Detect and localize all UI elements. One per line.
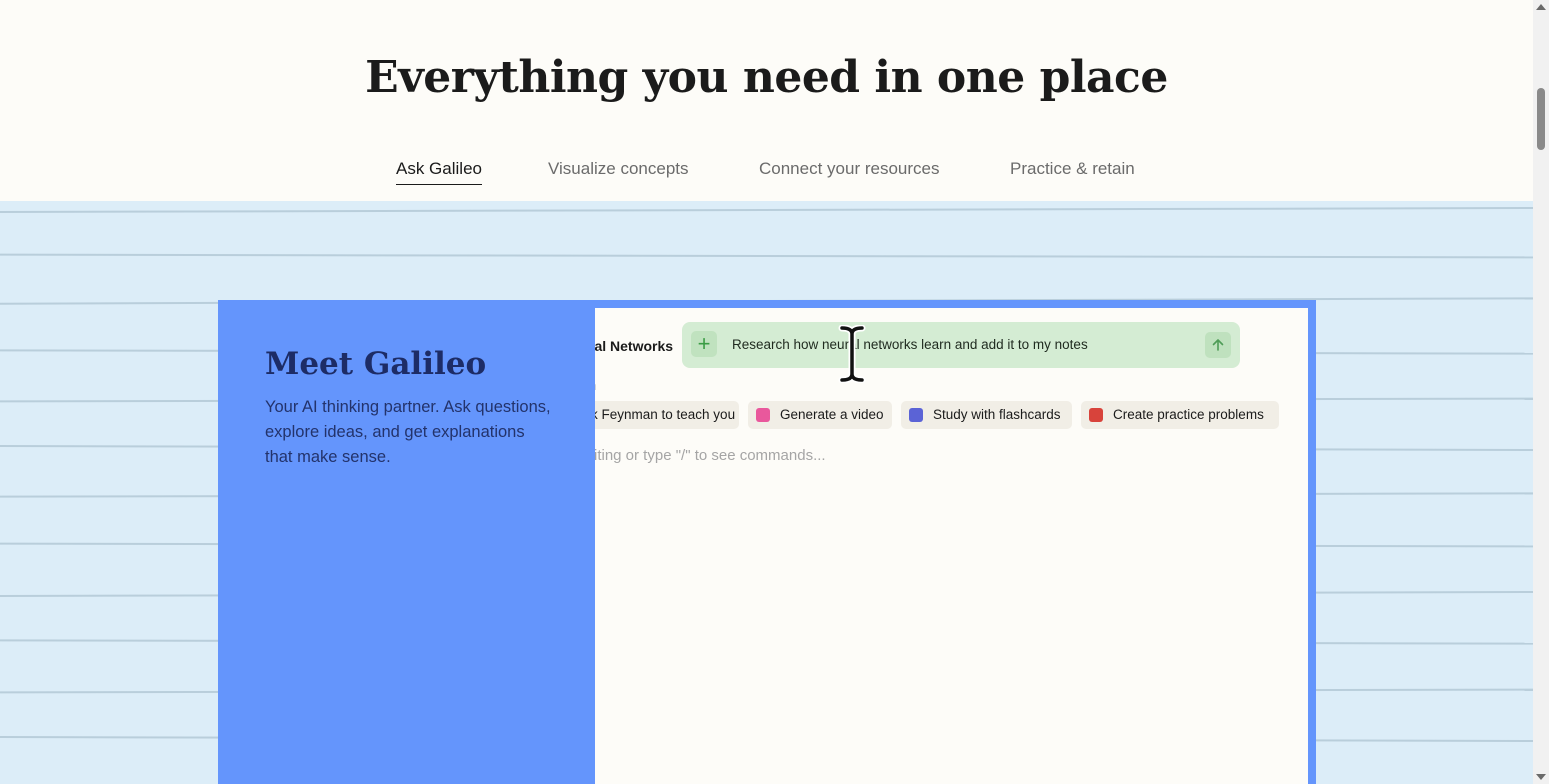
chip-create-practice[interactable]: Create practice problems: [1081, 401, 1279, 429]
doc-subtitle: h: [595, 378, 596, 393]
tab-ask-galileo[interactable]: Ask Galileo: [396, 159, 482, 185]
chip-ask-feynman[interactable]: k Feynman to teach you: [595, 401, 739, 429]
panel-heading: Meet Galileo: [265, 346, 487, 382]
doc-title: ral Networks: [595, 338, 674, 354]
scroll-down-arrow-icon[interactable]: [1536, 774, 1546, 780]
tab-connect-resources[interactable]: Connect your resources: [759, 159, 939, 179]
scroll-up-arrow-icon[interactable]: [1536, 4, 1546, 10]
video-icon: [756, 408, 770, 422]
tab-practice-retain[interactable]: Practice & retain: [1010, 159, 1135, 179]
scrollbar-thumb[interactable]: [1537, 88, 1545, 150]
flashcards-icon: [909, 408, 923, 422]
features-header: Everything you need in one place Ask Gal…: [0, 0, 1533, 201]
panel-description: Your AI thinking partner. Ask questions,…: [265, 398, 551, 466]
section-title: Everything you need in one place: [365, 52, 1168, 103]
prompt-input[interactable]: [732, 332, 1192, 356]
plus-icon[interactable]: +: [691, 331, 717, 357]
chip-label: Study with flashcards: [933, 407, 1061, 422]
arrow-up-icon: [1212, 339, 1224, 351]
send-button[interactable]: [1205, 332, 1231, 358]
feature-tabs: Ask Galileo Visualize concepts Connect y…: [0, 159, 1533, 185]
paper-line: [0, 206, 1533, 213]
clipboard-icon: [1089, 408, 1103, 422]
editor-preview: ral Networks h ( + k Feynman to teach yo…: [595, 308, 1308, 784]
chip-study-flashcards[interactable]: Study with flashcards: [901, 401, 1072, 429]
editor-placeholder[interactable]: riting or type "/" to see commands...: [595, 447, 826, 464]
chip-label: Generate a video: [780, 407, 884, 422]
tab-visualize-concepts[interactable]: Visualize concepts: [548, 159, 689, 179]
galileo-panel: Meet Galileo Your AI thinking partner. A…: [218, 300, 1316, 784]
panel-intro: Meet Galileo Your AI thinking partner. A…: [218, 300, 595, 784]
ai-prompt-box: +: [682, 322, 1240, 368]
paper-line: [0, 253, 1533, 258]
chip-label: Create practice problems: [1113, 407, 1264, 422]
chip-label: k Feynman to teach you: [595, 407, 736, 422]
page-scrollbar[interactable]: [1533, 0, 1549, 784]
chip-generate-video[interactable]: Generate a video: [748, 401, 892, 429]
